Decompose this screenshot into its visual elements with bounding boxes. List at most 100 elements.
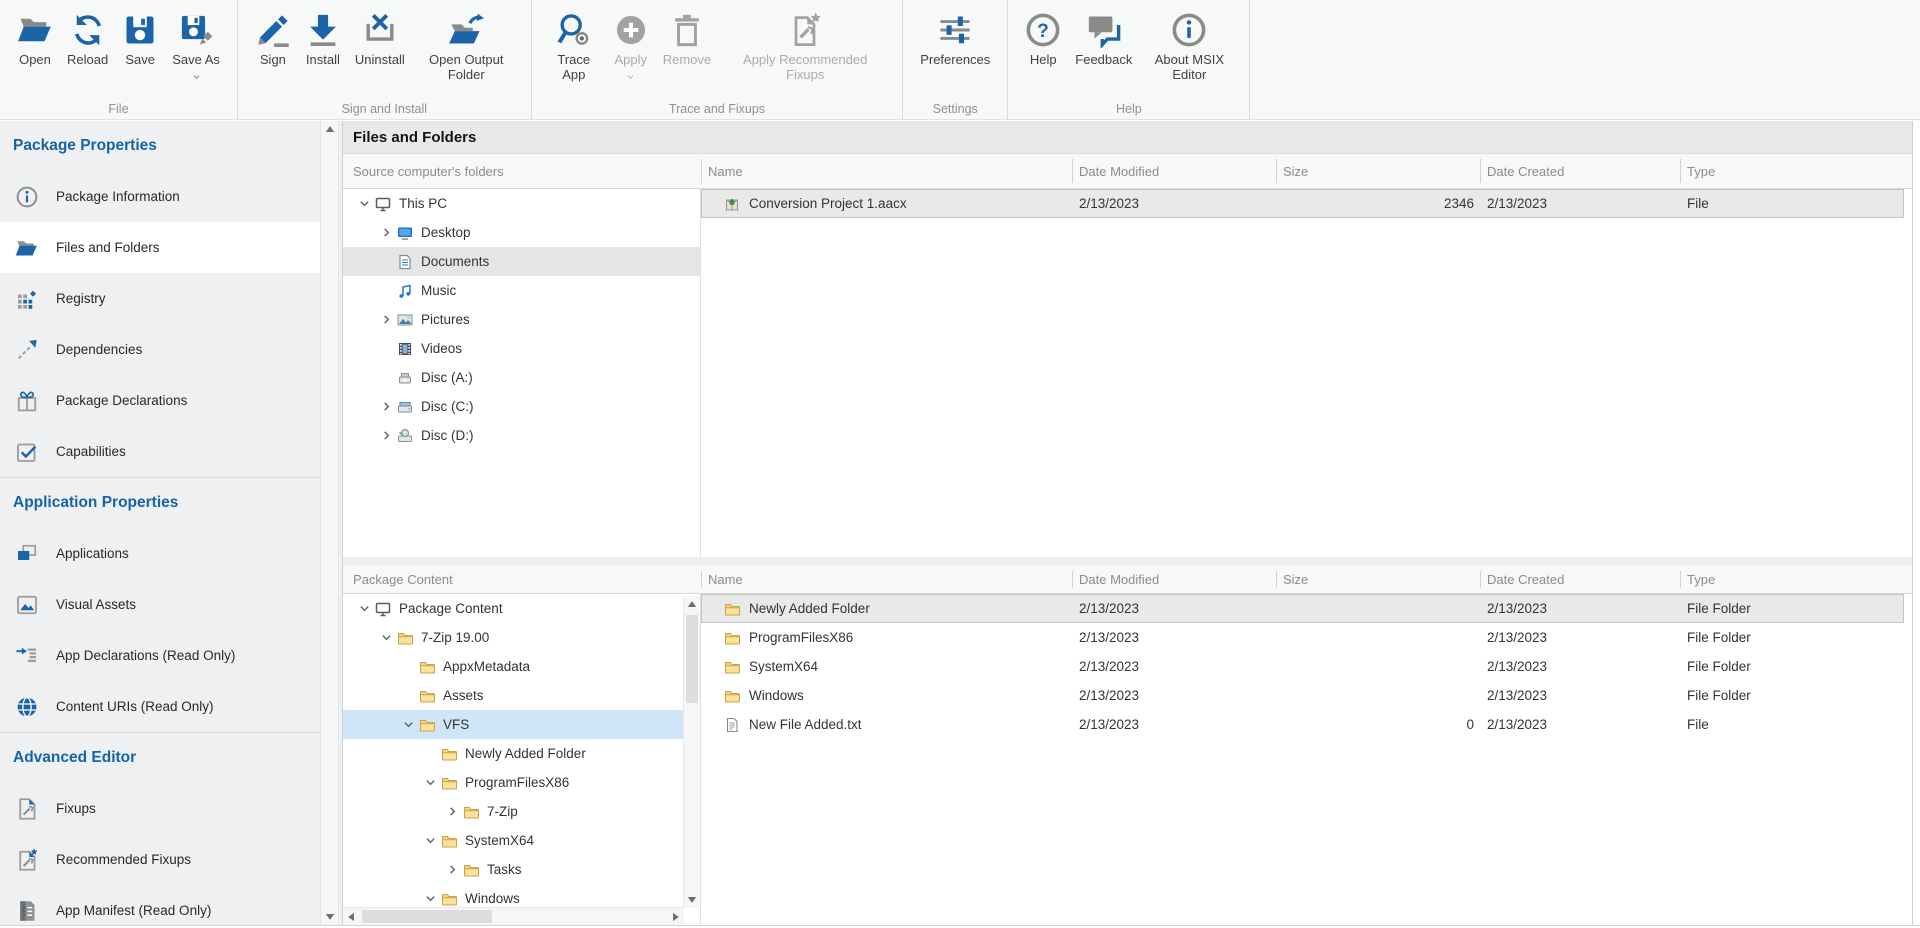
sidebar-item-fixups[interactable]: Fixups <box>0 783 320 834</box>
save-as-icon <box>178 8 214 52</box>
save-as-button[interactable]: Save As <box>165 6 227 78</box>
file-row-conversion-project-1-aacx[interactable]: Conversion Project 1.aacx2/13/202323462/… <box>701 189 1904 218</box>
package-tree-horizontal-scrollbar[interactable] <box>343 907 684 925</box>
sidebar-item-files-and-folders[interactable]: Files and Folders <box>0 222 320 273</box>
tree-item-music[interactable]: Music <box>343 276 700 305</box>
sidebar-item-visual-assets[interactable]: Visual Assets <box>0 579 320 630</box>
tree-item-pictures[interactable]: Pictures <box>343 305 700 334</box>
apply-recommended-fixups-button[interactable]: Apply Recommended Fixups <box>718 6 892 84</box>
tree-item-disc-a[interactable]: Disc (A:) <box>343 363 700 392</box>
chevron-down-icon[interactable] <box>401 717 416 732</box>
sidebar-item-package-declarations[interactable]: Package Declarations <box>0 375 320 426</box>
open-output-folder-button[interactable]: Open Output Folder <box>412 6 521 84</box>
chevron-right-icon[interactable] <box>379 399 394 414</box>
column-header-name[interactable]: Name <box>701 566 1072 593</box>
tree-item-assets[interactable]: Assets <box>343 681 684 710</box>
chevron-down-icon[interactable] <box>423 891 438 906</box>
chevron-right-icon[interactable] <box>379 225 394 240</box>
sidebar-item-dependencies[interactable]: Dependencies <box>0 324 320 375</box>
column-header-date-created[interactable]: Date Created <box>1480 566 1680 593</box>
apply-button[interactable]: Apply <box>606 6 656 78</box>
scroll-up-icon[interactable] <box>321 121 338 138</box>
sidebar-item-applications[interactable]: Applications <box>0 528 320 579</box>
pictures-icon <box>395 312 414 328</box>
column-header-date-modified[interactable]: Date Modified <box>1072 154 1276 188</box>
about-msix-editor-button[interactable]: About MSIX Editor <box>1139 6 1239 84</box>
tree-item-programfilesx86[interactable]: ProgramFilesX86 <box>343 768 684 797</box>
column-header-type[interactable]: Type <box>1680 154 1912 188</box>
chevron-right-icon[interactable] <box>379 428 394 443</box>
chevron-right-icon[interactable] <box>379 312 394 327</box>
feedback-button[interactable]: Feedback <box>1068 6 1139 69</box>
tree-item-vfs[interactable]: VFS <box>343 710 684 739</box>
chevron-down-icon[interactable] <box>357 601 372 616</box>
tree-item-systemx64[interactable]: SystemX64 <box>343 826 684 855</box>
help-button[interactable]: ?Help <box>1018 6 1068 69</box>
column-header-size[interactable]: Size <box>1276 566 1480 593</box>
drive-d-icon <box>395 428 414 444</box>
column-header-date-created[interactable]: Date Created <box>1480 154 1680 188</box>
column-header-type[interactable]: Type <box>1680 566 1912 593</box>
file-row-systemx64[interactable]: SystemX642/13/20232/13/2023File Folder <box>701 652 1904 681</box>
chevron-right-icon[interactable] <box>445 804 460 819</box>
column-header-date-modified[interactable]: Date Modified <box>1072 566 1276 593</box>
sidebar-item-registry[interactable]: Registry <box>0 273 320 324</box>
sidebar-scrollbar[interactable] <box>320 121 339 925</box>
save-button[interactable]: Save <box>115 6 165 69</box>
trace-app-button[interactable]: Trace App <box>542 6 606 84</box>
sign-button[interactable]: Sign <box>248 6 298 69</box>
package-tree-vertical-scrollbar[interactable] <box>683 596 700 908</box>
file-row-new-file-added-txt[interactable]: New File Added.txt2/13/202302/13/2023Fil… <box>701 710 1904 739</box>
tree-item-disc-d[interactable]: Disc (D:) <box>343 421 700 450</box>
tree-item-7-zip-19-00[interactable]: 7-Zip 19.00 <box>343 623 684 652</box>
column-header-size[interactable]: Size <box>1276 154 1480 188</box>
chevron-down-icon[interactable] <box>379 630 394 645</box>
scroll-down-icon[interactable] <box>321 908 338 925</box>
tree-item-package-content[interactable]: Package Content <box>343 594 684 623</box>
scrollbar-thumb[interactable] <box>686 615 698 703</box>
source-pane-body: This PCDesktopDocumentsMusicPicturesVide… <box>343 189 1912 557</box>
scrollbar-thumb[interactable] <box>362 910 492 923</box>
remove-button[interactable]: Remove <box>656 6 718 69</box>
sidebar-item-capabilities[interactable]: Capabilities <box>0 426 320 477</box>
install-button[interactable]: Install <box>298 6 348 69</box>
open-button[interactable]: Open <box>10 6 60 69</box>
tree-item-documents[interactable]: Documents <box>343 247 700 276</box>
source-tree-header[interactable]: Source computer's folders <box>343 154 701 188</box>
file-type: File <box>1680 196 1904 211</box>
preferences-button[interactable]: Preferences <box>913 6 997 69</box>
tree-item-tasks[interactable]: Tasks <box>343 855 684 884</box>
scroll-left-icon[interactable] <box>343 908 360 925</box>
pane-separator[interactable] <box>343 557 1912 566</box>
file-row-newly-added-folder[interactable]: Newly Added Folder2/13/20232/13/2023File… <box>701 594 1904 623</box>
tree-item-this-pc[interactable]: This PC <box>343 189 700 218</box>
trace-icon <box>556 8 592 52</box>
sidebar-item-content-uris-read-only[interactable]: Content URIs (Read Only) <box>0 681 320 732</box>
tree-item-newly-added-folder[interactable]: Newly Added Folder <box>343 739 684 768</box>
file-row-programfilesx86[interactable]: ProgramFilesX862/13/20232/13/2023File Fo… <box>701 623 1904 652</box>
scroll-right-icon[interactable] <box>667 908 684 925</box>
tree-item-videos[interactable]: Videos <box>343 334 700 363</box>
uninstall-button[interactable]: Uninstall <box>348 6 412 69</box>
tree-item-appxmetadata[interactable]: AppxMetadata <box>343 652 684 681</box>
desktop-icon <box>395 225 414 241</box>
manifest-icon <box>14 899 40 923</box>
tree-item-disc-c[interactable]: Disc (C:) <box>343 392 700 421</box>
chevron-right-icon[interactable] <box>445 862 460 877</box>
scroll-down-icon[interactable] <box>684 891 700 908</box>
package-tree-header[interactable]: Package Content <box>343 566 701 593</box>
reload-button[interactable]: Reload <box>60 6 115 69</box>
sidebar-item-app-manifest-read-only[interactable]: App Manifest (Read Only) <box>0 885 320 925</box>
chevron-down-icon[interactable] <box>423 775 438 790</box>
sidebar-item-package-information[interactable]: Package Information <box>0 171 320 222</box>
sidebar-item-app-declarations-read-only[interactable]: App Declarations (Read Only) <box>0 630 320 681</box>
chevron-down-icon[interactable] <box>357 196 372 211</box>
column-header-name[interactable]: Name <box>701 154 1072 188</box>
scroll-up-icon[interactable] <box>684 596 700 613</box>
file-row-windows[interactable]: Windows2/13/20232/13/2023File Folder <box>701 681 1904 710</box>
tree-item-7-zip[interactable]: 7-Zip <box>343 797 684 826</box>
reload-icon <box>70 8 106 52</box>
sidebar-item-recommended-fixups[interactable]: Recommended Fixups <box>0 834 320 885</box>
chevron-down-icon[interactable] <box>423 833 438 848</box>
tree-item-desktop[interactable]: Desktop <box>343 218 700 247</box>
